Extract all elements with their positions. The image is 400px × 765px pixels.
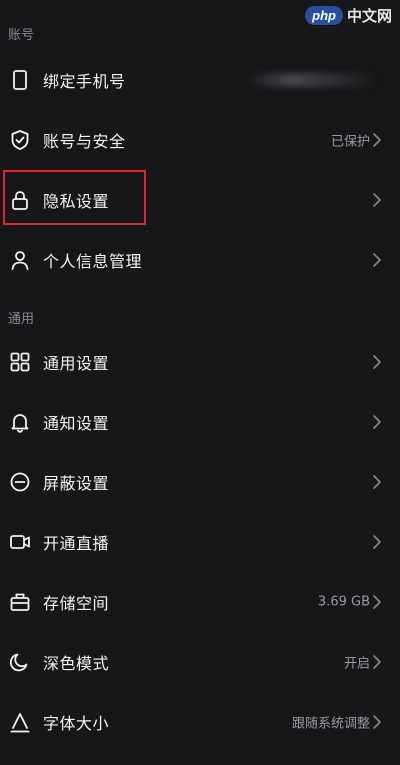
setting-label: 个人信息管理 bbox=[43, 252, 143, 271]
phone-icon bbox=[9, 69, 31, 91]
setting-label: 屏蔽设置 bbox=[43, 474, 110, 493]
setting-personal-info[interactable]: 个人信息管理 bbox=[0, 230, 400, 290]
font-size-icon bbox=[9, 711, 31, 733]
bell-icon bbox=[9, 411, 31, 433]
chevron-right-icon bbox=[372, 594, 382, 610]
setting-block[interactable]: 屏蔽设置 bbox=[0, 452, 400, 512]
setting-value: 3.69 GB bbox=[317, 594, 370, 610]
setting-label: 深色模式 bbox=[43, 654, 110, 673]
shield-check-icon bbox=[9, 129, 31, 151]
chevron-right-icon bbox=[372, 252, 382, 268]
section-header-general: 通用 bbox=[8, 312, 35, 327]
chevron-right-icon bbox=[372, 192, 382, 208]
watermark: php 中文网 bbox=[305, 0, 392, 30]
setting-bind-phone[interactable]: 绑定手机号 bbox=[0, 50, 400, 110]
setting-label: 开通直播 bbox=[43, 534, 110, 553]
setting-label: 绑定手机号 bbox=[43, 72, 126, 91]
storage-icon bbox=[9, 591, 31, 613]
person-icon bbox=[9, 249, 31, 271]
setting-label: 字体大小 bbox=[43, 714, 110, 733]
chevron-right-icon bbox=[372, 474, 382, 490]
setting-account-security[interactable]: 账号与安全 已保护 bbox=[0, 110, 400, 170]
block-icon bbox=[9, 471, 31, 493]
setting-label: 通用设置 bbox=[43, 354, 110, 373]
setting-notifications[interactable]: 通知设置 bbox=[0, 392, 400, 452]
chevron-right-icon bbox=[372, 534, 382, 550]
setting-value: 已保护 bbox=[330, 134, 370, 150]
redacted-phone-number bbox=[248, 73, 378, 87]
moon-icon bbox=[9, 651, 31, 673]
setting-value: 跟随系统调整 bbox=[291, 716, 370, 732]
setting-label: 通知设置 bbox=[43, 414, 110, 433]
chevron-right-icon bbox=[372, 654, 382, 670]
setting-font-size[interactable]: 字体大小 跟随系统调整 bbox=[0, 692, 400, 752]
setting-value: 开启 bbox=[343, 656, 370, 672]
highlight-box bbox=[3, 170, 146, 225]
video-camera-icon bbox=[9, 531, 31, 553]
watermark-logo: php bbox=[305, 5, 343, 25]
setting-label: 存储空间 bbox=[43, 594, 110, 613]
setting-label: 账号与安全 bbox=[43, 132, 126, 151]
setting-live[interactable]: 开通直播 bbox=[0, 512, 400, 572]
setting-general[interactable]: 通用设置 bbox=[0, 332, 400, 392]
chevron-right-icon bbox=[372, 414, 382, 430]
chevron-right-icon bbox=[372, 354, 382, 370]
watermark-text: 中文网 bbox=[346, 6, 392, 25]
chevron-right-icon bbox=[372, 132, 382, 148]
section-header-account: 账号 bbox=[8, 28, 35, 43]
chevron-right-icon bbox=[372, 714, 382, 730]
setting-dark-mode[interactable]: 深色模式 开启 bbox=[0, 632, 400, 692]
grid-icon bbox=[9, 351, 31, 373]
setting-storage[interactable]: 存储空间 3.69 GB bbox=[0, 572, 400, 632]
